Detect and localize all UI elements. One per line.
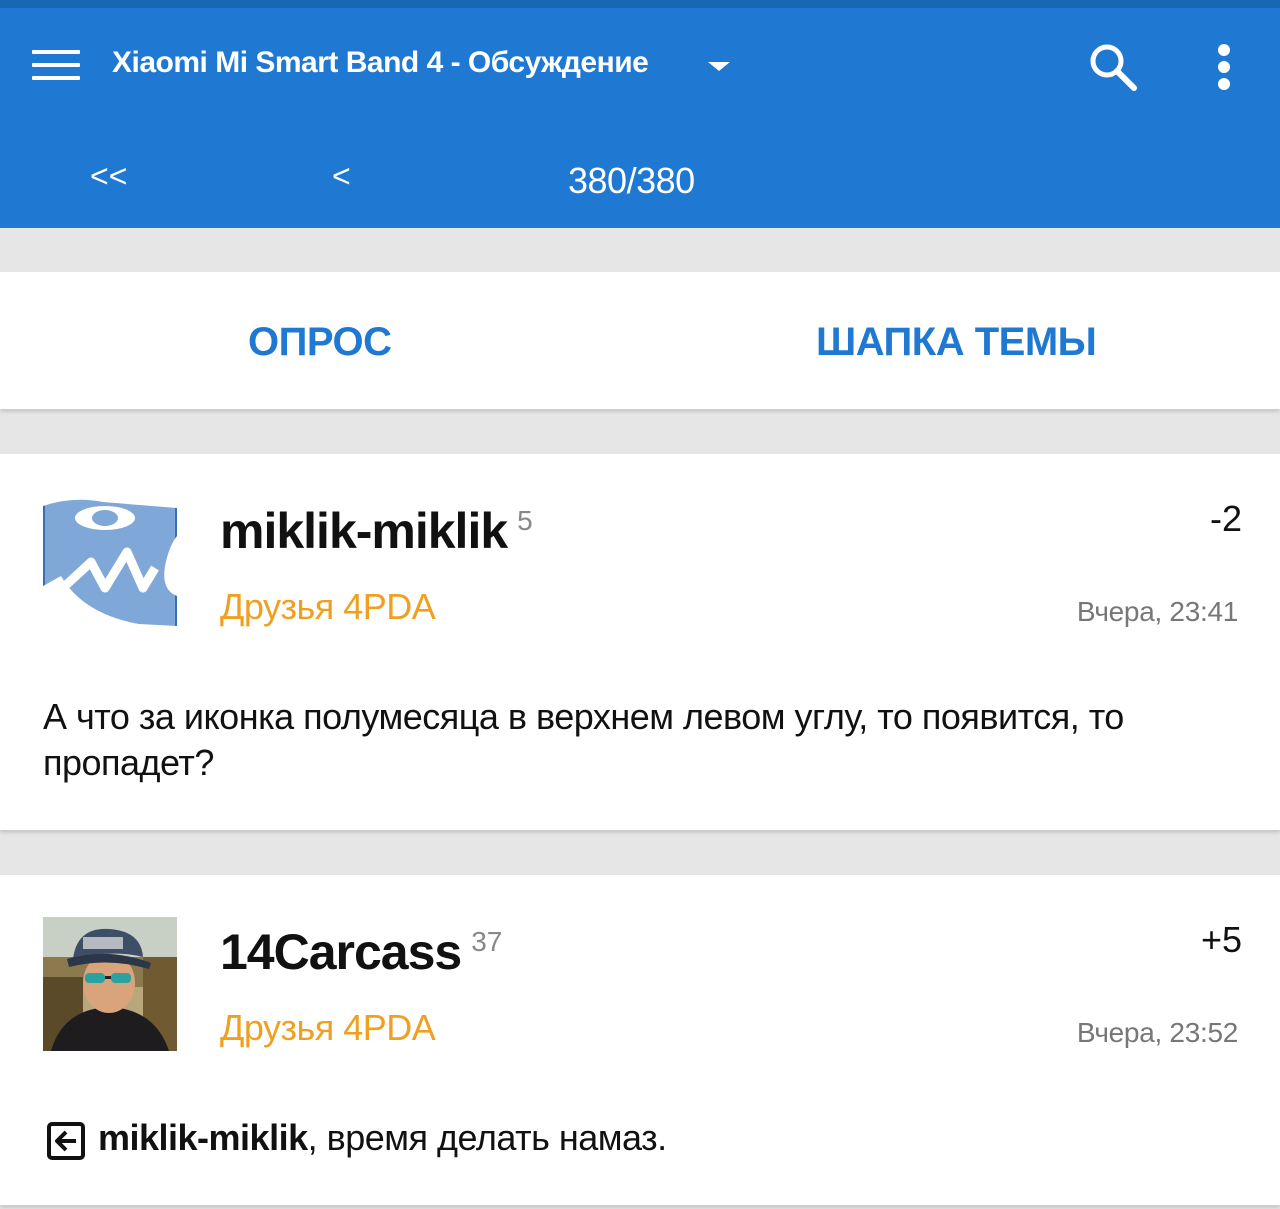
- quote-reply-icon[interactable]: [46, 1121, 86, 1161]
- first-page-button[interactable]: <<: [90, 158, 127, 195]
- post-rating[interactable]: +5: [1201, 919, 1242, 961]
- dropdown-icon[interactable]: [708, 62, 730, 71]
- tabs-card: ОПРОС ШАПКА ТЕМЫ: [0, 272, 1280, 409]
- page-counter[interactable]: 380/380: [568, 160, 695, 202]
- post-text: miklik-miklik, время делать намаз.: [46, 1115, 667, 1161]
- tab-topic-header[interactable]: ШАПКА ТЕМЫ: [816, 320, 1097, 365]
- user-group: Друзья 4PDA: [220, 1007, 436, 1048]
- tab-poll[interactable]: ОПРОС: [248, 320, 392, 365]
- 4pda-logo-icon: [43, 496, 177, 630]
- avatar[interactable]: [43, 917, 177, 1051]
- app-bar: Xiaomi Mi Smart Band 4 - Обсуждение << <…: [0, 0, 1280, 228]
- post-time: Вчера, 23:41: [1076, 596, 1238, 627]
- post-count: 37: [471, 926, 503, 958]
- post-count: 5: [517, 505, 533, 537]
- post-author[interactable]: miklik-miklik 5: [220, 502, 533, 560]
- mention-link[interactable]: miklik-miklik: [98, 1117, 308, 1159]
- post-card: 14Carcass 37 Друзья 4PDA +5 Вчера, 23:52 …: [0, 875, 1280, 1205]
- post-rating[interactable]: -2: [1210, 498, 1242, 540]
- topic-title[interactable]: Xiaomi Mi Smart Band 4 - Обсуждение: [112, 46, 649, 80]
- menu-icon[interactable]: [32, 50, 80, 82]
- post-card: miklik-miklik 5 Друзья 4PDA -2 Вчера, 23:…: [0, 454, 1280, 830]
- status-strip: [0, 0, 1280, 8]
- user-group: Друзья 4PDA: [220, 586, 436, 627]
- post-text: А что за иконка полумесяца в верхнем лев…: [43, 696, 1124, 783]
- post-author[interactable]: 14Carcass 37: [220, 923, 502, 981]
- search-icon[interactable]: [1088, 42, 1138, 92]
- user-photo-icon: [43, 917, 177, 1051]
- prev-page-button[interactable]: <: [332, 158, 351, 195]
- avatar[interactable]: [43, 496, 177, 630]
- reply-text: , время делать намаз.: [307, 1117, 668, 1158]
- post-time: Вчера, 23:52: [1076, 1017, 1238, 1048]
- more-icon[interactable]: [1210, 42, 1238, 92]
